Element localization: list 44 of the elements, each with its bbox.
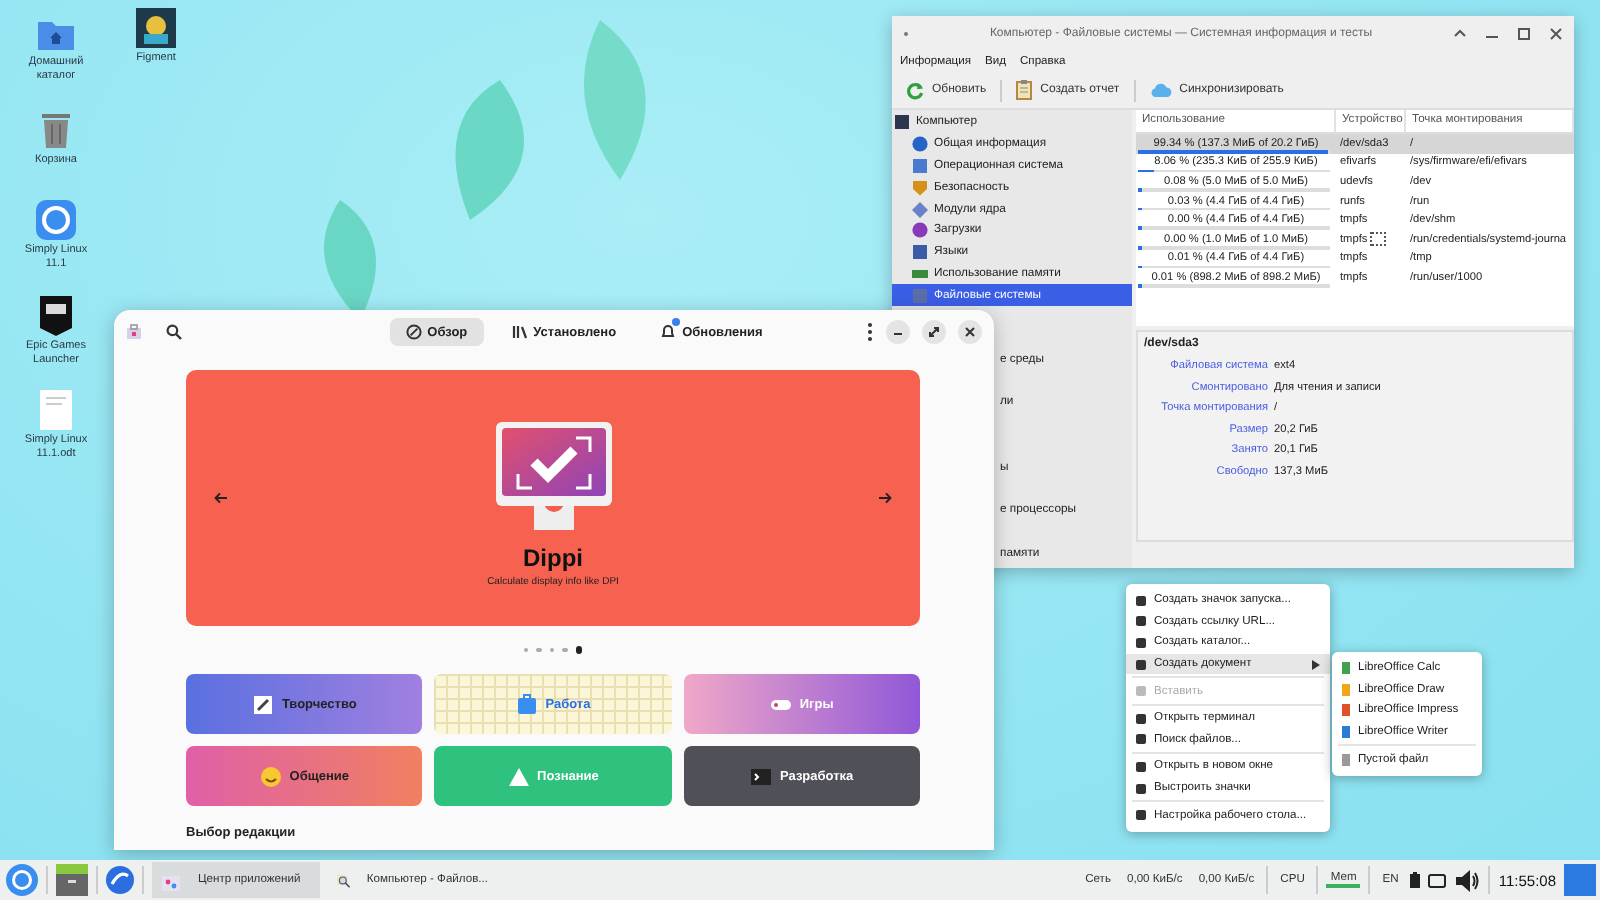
maximize-icon[interactable] — [1518, 27, 1530, 39]
window-icon[interactable] — [1428, 873, 1447, 887]
more-icon[interactable] — [866, 322, 874, 342]
next-icon[interactable] — [878, 492, 892, 504]
shade-icon[interactable] — [1454, 28, 1466, 38]
terminal-icon — [750, 765, 772, 787]
cloud-icon — [1149, 82, 1172, 98]
maximize-button[interactable] — [922, 320, 946, 344]
briefcase-icon — [515, 693, 538, 715]
compass-icon — [405, 324, 422, 340]
logo-icon[interactable] — [36, 200, 76, 240]
start-menu-icon[interactable] — [6, 864, 38, 896]
bag-icon — [126, 324, 142, 340]
shield-logo-icon[interactable] — [40, 296, 72, 336]
trash-icon[interactable] — [40, 110, 72, 150]
battery-icon[interactable] — [1410, 872, 1421, 888]
minimize-button[interactable] — [886, 320, 910, 344]
search-icon[interactable] — [166, 324, 182, 340]
refresh-icon — [906, 81, 924, 99]
app-icon[interactable] — [136, 8, 176, 48]
close-icon[interactable] — [1550, 27, 1562, 39]
file-cabinet-icon[interactable] — [56, 864, 88, 896]
menu-item-icon — [1136, 686, 1146, 697]
palette-icon — [251, 693, 274, 715]
page-dot[interactable] — [549, 647, 555, 653]
page-dot[interactable] — [523, 647, 529, 653]
close-icon — [964, 326, 976, 338]
triangle-icon — [507, 765, 530, 787]
volume-icon[interactable] — [1454, 867, 1481, 893]
page-dot[interactable] — [562, 647, 568, 653]
shield-icon — [912, 179, 928, 196]
menu-item-icon — [1136, 810, 1146, 821]
clipboard-icon — [1016, 80, 1033, 100]
page-dot[interactable] — [575, 646, 583, 654]
close-button[interactable] — [958, 320, 982, 344]
smiley-icon — [259, 765, 282, 787]
library-icon — [511, 324, 528, 340]
notification-badge — [672, 318, 681, 326]
folder-icon[interactable] — [36, 16, 76, 52]
bell-icon — [660, 324, 677, 340]
page-dot[interactable] — [536, 647, 542, 653]
app-title: Dippi — [523, 543, 583, 571]
maximize-icon — [928, 326, 940, 338]
previous-icon[interactable] — [214, 492, 228, 504]
